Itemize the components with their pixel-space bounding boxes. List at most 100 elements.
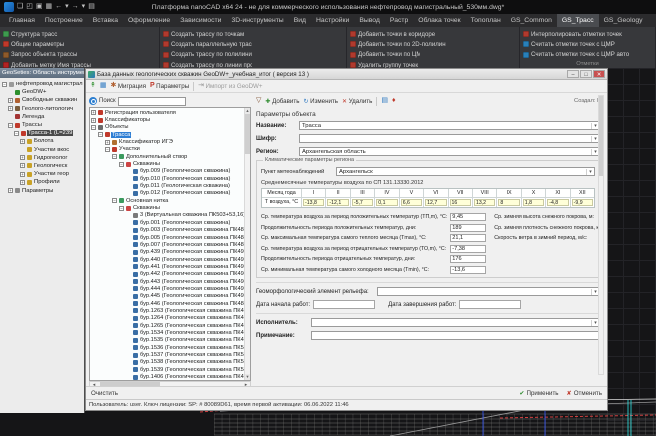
tree-item[interactable]: Участки вкос	[20, 146, 84, 154]
ribbon-tab[interactable]: Зависимости	[175, 14, 226, 27]
temperature-input[interactable]: 16	[450, 199, 471, 206]
expand-toggle-icon[interactable]: −	[14, 131, 19, 136]
tree-item[interactable]: + Профили	[20, 178, 84, 186]
tree-item[interactable]: − Основная нитка	[112, 197, 244, 204]
clear-button[interactable]: Очистить	[91, 390, 118, 397]
ribbon-button[interactable]: Добавить точки по 2D-полилиниям	[350, 39, 446, 49]
ribbon-button[interactable]: Запрос объекта трассы	[3, 50, 81, 60]
migration-button[interactable]: ✱Миграция	[111, 82, 146, 90]
note-input[interactable]	[311, 331, 600, 340]
tree-item[interactable]: − Трасса	[98, 131, 244, 138]
expand-toggle-icon[interactable]: +	[20, 180, 25, 185]
expand-toggle-icon[interactable]: +	[20, 155, 25, 160]
ribbon-button[interactable]: Создать трассу по линии профиля	[163, 60, 252, 68]
expand-toggle-icon[interactable]: −	[2, 82, 7, 87]
temperature-input[interactable]: -5,7	[352, 199, 373, 206]
tree-item[interactable]: бур.440 (Геологическая скважина ПК493+34…	[126, 256, 244, 263]
close-button[interactable]: ✕	[593, 70, 605, 78]
temperature-input[interactable]: 0,1	[376, 199, 397, 206]
ribbon-tab[interactable]: GS_Geology	[599, 14, 648, 27]
ribbon-tab[interactable]: Настройки	[311, 14, 354, 27]
search-input[interactable]	[118, 97, 186, 106]
tree-item[interactable]: + Болота	[20, 137, 84, 145]
ribbon-button[interactable]: Добавить метку Имя трассы	[3, 60, 156, 68]
tree-item[interactable]: бур.1264 (Геологическая скважина ПК481+2…	[126, 315, 244, 322]
expand-toggle-icon[interactable]: +	[8, 106, 13, 111]
panel-vertical-scrollbar[interactable]	[598, 95, 604, 375]
tree-item[interactable]: бур.1539 (Геологическая скважина ПК502+0…	[126, 366, 244, 373]
import-geodw-button[interactable]: ⇥Импорт из GeoDW+	[198, 82, 262, 90]
tree-item[interactable]: бур.001 (Геологическая скважина)	[126, 219, 244, 226]
tree-item[interactable]: бур.1538 (Геологическая скважина ПК502+2…	[126, 359, 244, 366]
expand-toggle-icon[interactable]: −	[98, 132, 103, 137]
ribbon-tab[interactable]: Главная	[4, 14, 40, 27]
cad-viewport[interactable]: GeoSeties: Область инструментов − нефтеп…	[0, 68, 656, 436]
climate-value-input[interactable]: 9,45	[450, 213, 486, 221]
structure-icon[interactable]: ♦	[392, 97, 396, 105]
climate-value-input[interactable]: 189	[450, 224, 486, 232]
tree-item[interactable]: − Участки	[105, 146, 244, 153]
tree-item[interactable]: − нефтепровод магистрал	[2, 80, 84, 88]
parameters-button[interactable]: PПараметры	[150, 82, 189, 90]
expand-toggle-icon[interactable]: +	[20, 163, 25, 168]
tree-item[interactable]: бур.1265 (Геологическая скважина ПК482+1…	[126, 322, 244, 329]
tree-item[interactable]: бур.444 (Геологическая скважина ПК495+7,…	[126, 285, 244, 292]
ribbon-tab[interactable]: Построение	[40, 14, 88, 27]
code-combobox[interactable]: ▾	[299, 134, 600, 143]
tree-item[interactable]: + Классификаторы	[91, 116, 244, 123]
expand-toggle-icon[interactable]: +	[20, 139, 25, 144]
tree-item[interactable]: бур.1534 (Геологическая скважина ПК499+9…	[126, 329, 244, 336]
edit-button[interactable]: ↻Изменить	[303, 98, 338, 105]
tree-item[interactable]: бур.443 (Геологическая скважина ПК494+56…	[126, 278, 244, 285]
temperature-input[interactable]: -4,8	[547, 199, 568, 206]
tree-item[interactable]: бур.1537 (Геологическая скважина ПК501+1…	[126, 351, 244, 358]
date-end-input[interactable]	[459, 300, 521, 309]
tree-item[interactable]: − Трассы	[8, 121, 84, 129]
minimize-button[interactable]: –	[567, 70, 579, 78]
expand-toggle-icon[interactable]: +	[8, 98, 13, 103]
tree-item[interactable]: + Регистрация пользователя	[91, 109, 244, 116]
expand-toggle-icon[interactable]: +	[20, 172, 25, 177]
expand-toggle-icon[interactable]: +	[105, 140, 110, 145]
ribbon-tab[interactable]: Растр	[385, 14, 413, 27]
tree-up-icon[interactable]: ↟	[90, 82, 96, 90]
tree-item[interactable]: + Участки геор	[20, 170, 84, 178]
ribbon-tab[interactable]: Вставка	[88, 14, 123, 27]
tree-item[interactable]: − Скважины	[119, 160, 244, 167]
tree-item[interactable]: бур.1263 (Геологическая скважина ПК480+7…	[126, 307, 244, 314]
tree-item[interactable]: бур.1406 (Геологическая скважина ПК498+2…	[126, 373, 244, 380]
export-icon[interactable]: ▤	[381, 97, 388, 105]
ribbon-button[interactable]: Считать отметки точек с ЦМР	[523, 39, 629, 49]
tree-item[interactable]: бур.005 (Геологическая скважина ПК484+68…	[126, 234, 244, 241]
tree-item[interactable]: Легенда	[8, 113, 84, 121]
expand-toggle-icon[interactable]: −	[112, 198, 117, 203]
tree-item[interactable]: GeoDW+	[8, 88, 84, 96]
dialog-titlebar[interactable]: База данных геологических скважин GeoDW+…	[86, 69, 607, 80]
tree-item[interactable]: 3 (Виртуальная скважина ПК503+53,16)	[126, 212, 244, 219]
tree-item[interactable]: бур.007 (Геологическая скважина ПК485+34…	[126, 241, 244, 248]
tree-item[interactable]: бур.446 (Геологическая скважина ПК484+25…	[126, 300, 244, 307]
tree-item[interactable]: бур.1536 (Геологическая скважина ПК501+1…	[126, 344, 244, 351]
tree-item[interactable]: бур.1535 (Геологическая скважина ПК499+0…	[126, 337, 244, 344]
tree-item[interactable]: бур.003 (Геологическая скважина ПК483+82…	[126, 227, 244, 234]
tree-item[interactable]: бур.011 (Геологическая скважина)	[126, 182, 244, 189]
tree-vertical-scrollbar[interactable]: ▲ ▼	[244, 108, 250, 380]
tree-item[interactable]: + Классификатор ИГЭ	[105, 138, 244, 145]
expand-toggle-icon[interactable]: −	[91, 125, 96, 130]
geomorph-combobox[interactable]: ▾	[377, 287, 600, 296]
ribbon-button[interactable]: Считать отметки точек с ЦМР авто	[523, 50, 629, 60]
temperature-input[interactable]: 13,2	[474, 199, 495, 206]
tree-item[interactable]: − Трасса-1 (L=239	[14, 129, 84, 137]
expand-toggle-icon[interactable]: −	[119, 162, 124, 167]
temperature-input[interactable]: -13,8	[303, 199, 324, 206]
tree-item[interactable]: − Объекты	[91, 124, 244, 131]
ribbon-button[interactable]: Удалить группу точек	[350, 60, 420, 68]
ribbon-tab[interactable]: Вид	[289, 14, 311, 27]
maximize-button[interactable]: □	[580, 70, 592, 78]
expand-toggle-icon[interactable]: −	[8, 123, 13, 128]
temperature-input[interactable]: 8	[498, 199, 519, 206]
temperature-input[interactable]: 12,7	[425, 199, 446, 206]
ribbon-button[interactable]: Создать параллельную трассу	[163, 39, 252, 49]
temperature-input[interactable]: 6,6	[401, 199, 422, 206]
ribbon-tab[interactable]: GS_Трасс	[557, 14, 599, 27]
